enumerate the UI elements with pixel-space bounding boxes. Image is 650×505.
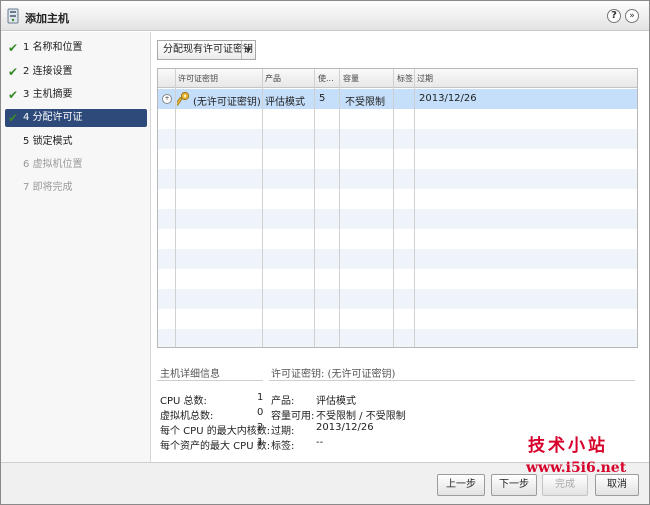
column-divider xyxy=(414,69,415,347)
wizard-steps: ✔ 1 名称和位置 ✔ 2 连接设置 ✔ 3 主机摘要 ✔ 4 分配许可证 5 … xyxy=(1,32,151,462)
key-icon xyxy=(177,91,190,106)
section-divider xyxy=(157,380,263,381)
add-host-dialog: 添加主机 ? » ✔ 1 名称和位置 ✔ 2 连接设置 ✔ 3 主机摘要 ✔ 4… xyxy=(0,0,650,505)
column-divider xyxy=(314,69,315,347)
host-icon xyxy=(7,8,19,24)
detail-label: 每个 CPU 的最大内核数: xyxy=(160,426,271,437)
step-label: 名称和位置 xyxy=(32,42,83,53)
step-1[interactable]: ✔ 1 名称和位置 xyxy=(5,39,147,57)
step-6: 6 虚拟机位置 xyxy=(5,156,147,174)
license-label: 产品: xyxy=(271,396,295,407)
license-label: 容量可用: xyxy=(271,411,315,422)
col-header-label[interactable]: 标签 xyxy=(397,73,413,84)
column-divider xyxy=(262,69,263,347)
step-4[interactable]: ✔ 4 分配许可证 xyxy=(5,109,147,127)
detail-value: 0 xyxy=(257,407,264,418)
license-value: 2013/12/26 xyxy=(316,422,374,433)
step-3[interactable]: ✔ 3 主机摘要 xyxy=(5,86,147,104)
license-details-title: 许可证密钥: (无许可证密钥) xyxy=(271,369,396,380)
check-icon: ✔ xyxy=(8,111,19,125)
step-5[interactable]: 5 锁定模式 xyxy=(5,133,147,151)
step-label: 虚拟机位置 xyxy=(32,159,83,170)
cancel-button[interactable]: 取消 xyxy=(595,474,639,496)
check-icon: ✔ xyxy=(8,41,19,55)
empty-row xyxy=(158,329,637,347)
step-number: 2 xyxy=(23,66,30,77)
license-value: -- xyxy=(316,437,324,448)
host-details-title: 主机详细信息 xyxy=(160,369,220,380)
license-label: 标签: xyxy=(271,441,295,452)
step-number: 5 xyxy=(23,136,30,147)
step-number: 3 xyxy=(23,89,30,100)
detail-label: 虚拟机总数: xyxy=(160,411,214,422)
cell-product: 评估模式 xyxy=(265,97,305,108)
cell-expires: 2013/12/26 xyxy=(419,93,477,104)
cell-key: (无许可证密钥) xyxy=(193,97,261,108)
section-divider xyxy=(269,380,635,381)
table-row[interactable]: + (无许可证密钥) 评估模式 5 不受限制 2013/12/26 xyxy=(158,89,637,109)
column-divider xyxy=(393,69,394,347)
step-label: 即将完成 xyxy=(32,182,73,193)
license-value: 评估模式 xyxy=(316,396,356,407)
license-assign-dropdown[interactable]: 分配现有许可证密钥 ▼ xyxy=(157,40,256,60)
col-header-key[interactable]: 许可证密钥 xyxy=(178,73,218,84)
col-header-capacity[interactable]: 容量 xyxy=(343,73,359,84)
col-header-expires[interactable]: 过期 xyxy=(417,73,433,84)
step-number: 6 xyxy=(23,159,30,170)
step-number: 7 xyxy=(23,182,30,193)
chevron-down-icon[interactable]: ▼ xyxy=(241,41,255,59)
expand-row-icon[interactable]: + xyxy=(162,94,172,104)
step-label: 主机摘要 xyxy=(32,89,73,100)
empty-row xyxy=(158,129,637,149)
cell-used: 5 xyxy=(319,93,326,104)
step-2[interactable]: ✔ 2 连接设置 xyxy=(5,63,147,81)
step-label: 分配许可证 xyxy=(32,112,83,123)
column-divider xyxy=(175,69,176,347)
watermark-url: www.i5i6.net xyxy=(526,460,627,476)
step-label: 连接设置 xyxy=(32,66,73,77)
expand-icon[interactable]: » xyxy=(625,9,639,23)
step-label: 锁定模式 xyxy=(32,136,73,147)
step-7: 7 即将完成 xyxy=(5,179,147,197)
col-header-used[interactable]: 使... xyxy=(318,73,334,84)
check-icon: ✔ xyxy=(8,88,19,102)
empty-row xyxy=(158,289,637,309)
col-header-product[interactable]: 产品 xyxy=(265,73,281,84)
dropdown-label: 分配现有许可证密钥 xyxy=(163,44,253,55)
license-grid: 许可证密钥 产品 使... 容量 标签 过期 + (无许可证密钥) 评估模式 5… xyxy=(157,68,638,348)
title-bar: 添加主机 ? » xyxy=(1,1,649,31)
detail-value: 2 xyxy=(257,422,264,433)
license-value: 不受限制 / 不受限制 xyxy=(316,411,406,422)
column-divider xyxy=(339,69,340,347)
dialog-title: 添加主机 xyxy=(25,12,69,25)
empty-row xyxy=(158,209,637,229)
next-button[interactable]: 下一步 xyxy=(491,474,537,496)
step-number: 4 xyxy=(23,112,30,123)
grid-header: 许可证密钥 产品 使... 容量 标签 过期 xyxy=(158,69,637,88)
help-icon[interactable]: ? xyxy=(607,9,621,23)
check-icon: ✔ xyxy=(8,65,19,79)
back-button[interactable]: 上一步 xyxy=(437,474,485,496)
detail-label: 每个资产的最大 CPU 数: xyxy=(160,441,271,452)
step-number: 1 xyxy=(23,42,30,53)
detail-label: CPU 总数: xyxy=(160,396,207,407)
license-label: 过期: xyxy=(271,426,295,437)
cell-capacity: 不受限制 xyxy=(345,97,385,108)
finish-button: 完成 xyxy=(542,474,588,496)
detail-value: 1 xyxy=(257,437,264,448)
watermark-title: 技术小站 xyxy=(528,436,608,456)
empty-row xyxy=(158,169,637,189)
detail-value: 1 xyxy=(257,392,264,403)
empty-row xyxy=(158,249,637,269)
